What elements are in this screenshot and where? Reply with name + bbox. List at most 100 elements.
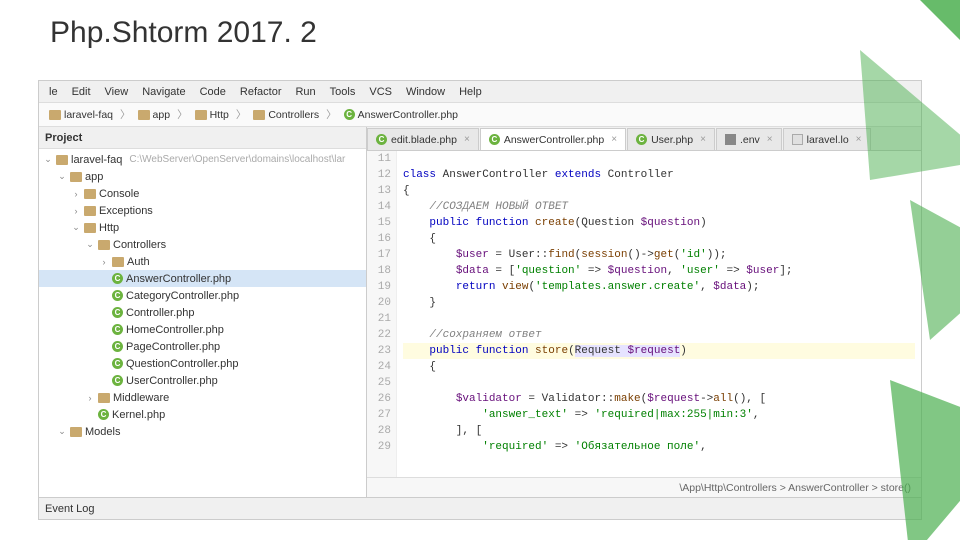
chevron-right-icon[interactable]: › xyxy=(71,189,81,199)
php-class-icon: C xyxy=(636,134,647,145)
editor-tab[interactable]: CUser.php× xyxy=(627,128,715,150)
breadcrumb-label: laravel-faq xyxy=(64,109,113,121)
menu-item[interactable]: Refactor xyxy=(234,84,288,100)
code-line[interactable]: { xyxy=(403,183,915,199)
php-class-icon: C xyxy=(112,290,123,301)
tree-row[interactable]: CCategoryController.php xyxy=(39,287,366,304)
php-class-icon: C xyxy=(112,358,123,369)
chevron-down-icon[interactable]: ⌄ xyxy=(71,222,81,233)
tree-row[interactable]: CPageController.php xyxy=(39,338,366,355)
tab-label: AnswerController.php xyxy=(504,134,604,146)
code-line[interactable]: { xyxy=(403,231,915,247)
sidebar-header[interactable]: Project xyxy=(39,127,366,149)
tree-row[interactable]: ⌄Controllers xyxy=(39,236,366,253)
tree-row[interactable]: ⌄Models xyxy=(39,423,366,440)
tree-label: Kernel.php xyxy=(112,409,165,421)
tree-label: PageController.php xyxy=(126,341,220,353)
menu-item[interactable]: Code xyxy=(194,84,232,100)
breadcrumb-item[interactable]: Http xyxy=(191,108,233,122)
tree-row[interactable]: ⌄app xyxy=(39,168,366,185)
menu-item[interactable]: le xyxy=(43,84,64,100)
chevron-down-icon[interactable]: ⌄ xyxy=(43,154,53,165)
code-line[interactable]: { xyxy=(403,359,915,375)
tree-label: Auth xyxy=(127,256,150,268)
menu-item[interactable]: Help xyxy=(453,84,488,100)
php-class-icon: C xyxy=(344,109,355,120)
menu-item[interactable]: Tools xyxy=(324,84,362,100)
chevron-down-icon[interactable]: ⌄ xyxy=(57,171,67,182)
close-icon[interactable]: × xyxy=(767,134,773,145)
editor-tab[interactable]: CAnswerController.php× xyxy=(480,128,626,150)
project-tree[interactable]: ⌄laravel-faqC:\WebServer\OpenServer\doma… xyxy=(39,149,366,497)
menu-item[interactable]: Navigate xyxy=(136,84,191,100)
tree-row[interactable]: ›Exceptions xyxy=(39,202,366,219)
close-icon[interactable]: × xyxy=(611,134,617,145)
editor-area: Cedit.blade.php×CAnswerController.php×CU… xyxy=(367,127,921,497)
breadcrumb-item[interactable]: CAnswerController.php xyxy=(340,108,462,122)
close-icon[interactable]: × xyxy=(700,134,706,145)
event-log-tab[interactable]: Event Log xyxy=(45,503,95,515)
tree-row[interactable]: CHomeController.php xyxy=(39,321,366,338)
chevron-down-icon[interactable]: ⌄ xyxy=(57,426,67,437)
code-editor[interactable]: 11121314151617181920212223242526272829 c… xyxy=(367,151,921,477)
tree-row[interactable]: › Console xyxy=(39,185,366,202)
tree-row[interactable]: CUserController.php xyxy=(39,372,366,389)
tree-label: Console xyxy=(99,188,139,200)
menu-item[interactable]: Window xyxy=(400,84,451,100)
code-line[interactable]: public function create(Question $questio… xyxy=(403,215,915,231)
chevron-right-icon: 〉 xyxy=(177,107,188,122)
php-class-icon: C xyxy=(112,375,123,386)
close-icon[interactable]: × xyxy=(856,134,862,145)
status-crumb: \App\Http\Controllers > AnswerController… xyxy=(679,482,911,494)
close-icon[interactable]: × xyxy=(464,134,470,145)
tree-row[interactable]: CKernel.php xyxy=(39,406,366,423)
code-line[interactable]: } xyxy=(403,295,915,311)
breadcrumb-label: Http xyxy=(210,109,229,121)
code-line[interactable]: $data = ['question' => $question, 'user'… xyxy=(403,263,915,279)
code-line[interactable]: //СОЗДАЕМ НОВЫЙ ОТВЕТ xyxy=(403,199,915,215)
tree-row[interactable]: CQuestionController.php xyxy=(39,355,366,372)
tree-row[interactable]: ›Middleware xyxy=(39,389,366,406)
code-line[interactable]: //сохраняем ответ xyxy=(403,327,915,343)
code-line[interactable]: 'required' => 'Обязательное поле', xyxy=(403,439,915,455)
code-line[interactable]: $validator = Validator::make($request->a… xyxy=(403,391,915,407)
code-lines[interactable]: class AnswerController extends Controlle… xyxy=(397,151,921,477)
editor-tab[interactable]: .env× xyxy=(716,128,782,150)
code-line[interactable] xyxy=(403,151,915,167)
editor-tab[interactable]: laravel.lo× xyxy=(783,128,871,150)
tree-row[interactable]: ⌄Http xyxy=(39,219,366,236)
code-line[interactable] xyxy=(403,375,915,391)
menu-item[interactable]: VCS xyxy=(363,84,398,100)
chevron-down-icon[interactable]: ⌄ xyxy=(85,239,95,250)
tree-row[interactable]: CAnswerController.php xyxy=(39,270,366,287)
tree-row[interactable]: ⌄laravel-faqC:\WebServer\OpenServer\doma… xyxy=(39,151,366,168)
code-line[interactable] xyxy=(403,311,915,327)
main-area: Project ⌄laravel-faqC:\WebServer\OpenSer… xyxy=(39,127,921,497)
menu-item[interactable]: Run xyxy=(289,84,321,100)
code-line[interactable]: public function store(Request $request) xyxy=(403,343,915,359)
code-line[interactable]: $user = User::find(session()->get('id'))… xyxy=(403,247,915,263)
bottom-tool-tabs[interactable]: Event Log xyxy=(39,497,921,519)
breadcrumb-item[interactable]: app xyxy=(134,108,175,122)
tree-row[interactable]: CController.php xyxy=(39,304,366,321)
folder-icon xyxy=(138,110,150,120)
code-line[interactable]: ], [ xyxy=(403,423,915,439)
tree-label: laravel-faq xyxy=(71,154,122,166)
line-number: 21 xyxy=(372,311,391,327)
folder-icon xyxy=(112,257,124,267)
menu-item[interactable]: Edit xyxy=(66,84,97,100)
tree-row[interactable]: › Auth xyxy=(39,253,366,270)
sidebar-title: Project xyxy=(45,132,82,144)
menu-item[interactable]: View xyxy=(99,84,135,100)
breadcrumb-item[interactable]: laravel-faq xyxy=(45,108,117,122)
chevron-right-icon[interactable]: › xyxy=(85,393,95,403)
breadcrumb-item[interactable]: Controllers xyxy=(249,108,323,122)
line-number: 22 xyxy=(372,327,391,343)
code-line[interactable]: class AnswerController extends Controlle… xyxy=(403,167,915,183)
line-number: 20 xyxy=(372,295,391,311)
code-line[interactable]: return view('templates.answer.create', $… xyxy=(403,279,915,295)
editor-tab[interactable]: Cedit.blade.php× xyxy=(367,128,479,150)
code-line[interactable]: 'answer_text' => 'required|max:255|min:3… xyxy=(403,407,915,423)
chevron-right-icon[interactable]: › xyxy=(71,206,81,216)
chevron-right-icon[interactable]: › xyxy=(99,257,109,267)
